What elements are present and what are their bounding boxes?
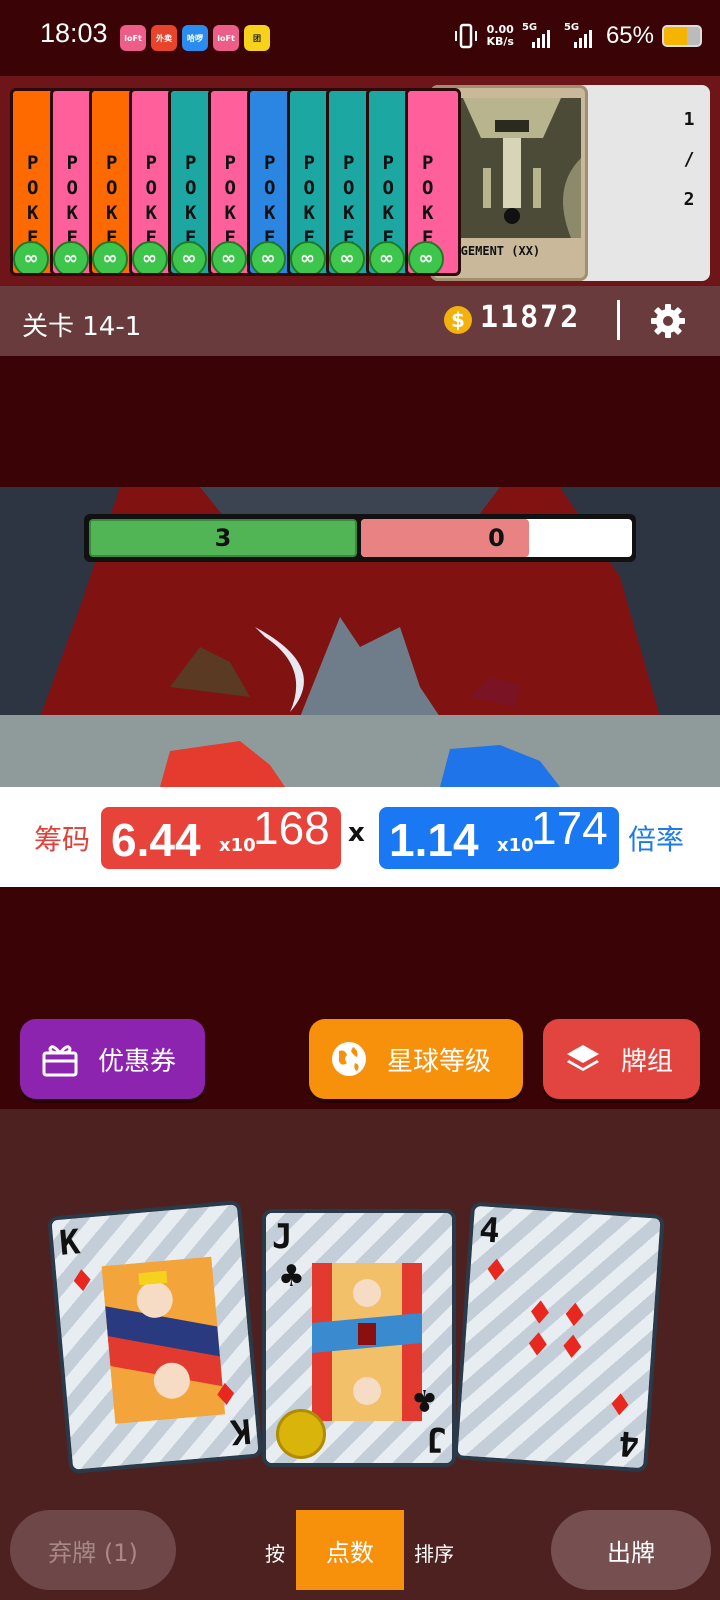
notification-icons: loFt 外卖 哈啰 loFt 团 bbox=[120, 25, 270, 51]
takeout-app-icon: 外卖 bbox=[151, 25, 177, 51]
mult-label: 倍率 bbox=[628, 823, 685, 856]
diamond-icon: ♦ bbox=[481, 1252, 511, 1290]
coupon-label: 优惠券 bbox=[98, 1046, 177, 1077]
play-hand-button[interactable]: 出牌 bbox=[551, 1510, 711, 1590]
mult-exponent: 174 bbox=[531, 802, 608, 854]
joker-card-text: P O K E bbox=[185, 152, 197, 249]
sort-by-rank-button[interactable]: 点数 bbox=[296, 1510, 404, 1590]
battery-percent: 65% bbox=[605, 22, 654, 49]
infinity-badge-icon: ∞ bbox=[210, 241, 247, 273]
infinity-badge-icon: ∞ bbox=[408, 241, 444, 273]
diamond-icon: ♦ bbox=[605, 1384, 635, 1422]
level-bar: 关卡 14-1 bbox=[0, 286, 720, 356]
chips-mantissa: 6.44 bbox=[111, 814, 201, 866]
pips: ♦ ♦ ♦ ♦ bbox=[522, 1293, 596, 1367]
card-rank-bottom: K bbox=[228, 1410, 253, 1452]
meituan-app-icon: 团 bbox=[244, 25, 270, 51]
card-rank-bottom: 4 bbox=[616, 1422, 641, 1464]
divider bbox=[617, 300, 620, 340]
clock: 18:03 bbox=[40, 18, 108, 48]
mult-value: 1.14 x10 174 bbox=[379, 802, 619, 869]
club-icon: ♣ bbox=[411, 1382, 438, 1417]
discard-button[interactable]: 弃牌 (1) bbox=[10, 1510, 176, 1590]
card-rank: 4 bbox=[477, 1210, 502, 1252]
deck-button[interactable]: 牌组 bbox=[543, 1019, 700, 1099]
joker-card-text: P O K E bbox=[145, 152, 157, 249]
coin-icon: $ bbox=[444, 306, 472, 334]
sort-prefix: 按 bbox=[265, 1542, 285, 1566]
signal-icon: 5G bbox=[522, 22, 556, 50]
judgement-art bbox=[443, 98, 581, 238]
hand-card-four-diamonds[interactable]: 4 ♦ ♦ ♦ ♦ ♦ ♦ 4 bbox=[453, 1201, 665, 1473]
gift-icon bbox=[40, 1039, 80, 1079]
infinity-badge-icon: ∞ bbox=[289, 241, 326, 273]
net-speed: 0.00 KB/s bbox=[486, 24, 513, 48]
diamond-icon: ♦ bbox=[67, 1263, 98, 1301]
infinity-badge-icon: ∞ bbox=[92, 241, 128, 273]
globe-icon bbox=[329, 1039, 369, 1079]
coin-count: 11872 bbox=[480, 300, 581, 335]
infinity-badge-icon: ∞ bbox=[171, 241, 207, 273]
signal-icon-2: 5G bbox=[564, 22, 598, 50]
mult-x10: x10 bbox=[497, 835, 534, 856]
card-rank-bottom: J bbox=[425, 1419, 446, 1459]
gold-seal-icon bbox=[276, 1409, 326, 1459]
ground bbox=[0, 715, 720, 787]
infinity-badge-icon: ∞ bbox=[250, 241, 286, 273]
jack-face-art bbox=[312, 1263, 422, 1421]
joker-card-text: P O K E bbox=[264, 152, 276, 249]
net-speed-unit: KB/s bbox=[486, 35, 514, 48]
chips-value: 6.44 x10 168 bbox=[101, 802, 341, 869]
pip: ♦ bbox=[522, 1324, 554, 1365]
chips-x10: x10 bbox=[219, 835, 256, 856]
club-icon: ♣ bbox=[278, 1259, 305, 1294]
enemy-hp-value: 0 bbox=[488, 524, 505, 552]
mult-mantissa: 1.14 bbox=[389, 814, 479, 866]
player-hp-value: 3 bbox=[214, 524, 232, 552]
hand-card-jack-clubs[interactable]: J ♣ ♣ J bbox=[262, 1209, 456, 1467]
card-rank: K bbox=[57, 1222, 82, 1264]
diamond-icon: ♦ bbox=[210, 1373, 241, 1412]
joker-detail-count: 1 / 2 bbox=[674, 100, 704, 220]
status-bar: 18:03 loFt 外卖 哈啰 loFt 团 0.00 KB/s 5G 5G … bbox=[0, 0, 720, 76]
sort-suffix: 排序 bbox=[414, 1542, 454, 1566]
joker-card-text: P O K E bbox=[422, 152, 434, 249]
count-sep: / bbox=[683, 149, 695, 170]
joker-card[interactable]: P O K E ∞ bbox=[405, 88, 461, 276]
joker-card-text: P O K E bbox=[224, 152, 236, 249]
coupon-button[interactable]: 优惠券 bbox=[20, 1019, 205, 1099]
deck-label: 牌组 bbox=[621, 1046, 674, 1077]
layers-icon bbox=[563, 1039, 603, 1079]
joker-card-text: P O K E bbox=[66, 152, 78, 249]
joker-card-text: P O K E bbox=[106, 152, 118, 249]
chips-label: 筹码 bbox=[34, 823, 91, 856]
level-label: 关卡 14-1 bbox=[22, 312, 142, 342]
king-face-art bbox=[101, 1256, 225, 1424]
infinity-badge-icon: ∞ bbox=[131, 241, 168, 273]
infinity-badge-icon: ∞ bbox=[52, 241, 89, 273]
chips-exponent: 168 bbox=[253, 802, 330, 854]
joker-card-text: P O K E bbox=[343, 152, 355, 249]
hand-card-king-diamonds[interactable]: K ♦ ♦ K bbox=[47, 1200, 263, 1474]
vibrate-icon bbox=[454, 22, 478, 50]
infinity-badge-icon: ∞ bbox=[329, 241, 365, 273]
joker-card-text: P O K E bbox=[27, 152, 39, 249]
pip: ♦ bbox=[556, 1327, 589, 1367]
haluo-app-icon: 哈啰 bbox=[182, 25, 208, 51]
battery-icon bbox=[662, 25, 702, 47]
planet-level-label: 星球等级 bbox=[387, 1046, 492, 1077]
infinity-badge-icon: ∞ bbox=[368, 241, 405, 273]
card-rank: J bbox=[272, 1217, 293, 1257]
lofter2-app-icon: loFt bbox=[213, 25, 239, 51]
gear-icon[interactable] bbox=[650, 303, 686, 339]
joker-card-text: P O K E bbox=[303, 152, 315, 249]
joker-card-text: P O K E bbox=[382, 152, 394, 249]
infinity-badge-icon: ∞ bbox=[13, 241, 49, 273]
planet-level-button[interactable]: 星球等级 bbox=[309, 1019, 523, 1099]
lofter-app-icon: loFt bbox=[120, 25, 146, 51]
count-total: 2 bbox=[683, 189, 695, 210]
count-current: 1 bbox=[683, 109, 695, 130]
multiply-sign: x bbox=[348, 818, 365, 848]
